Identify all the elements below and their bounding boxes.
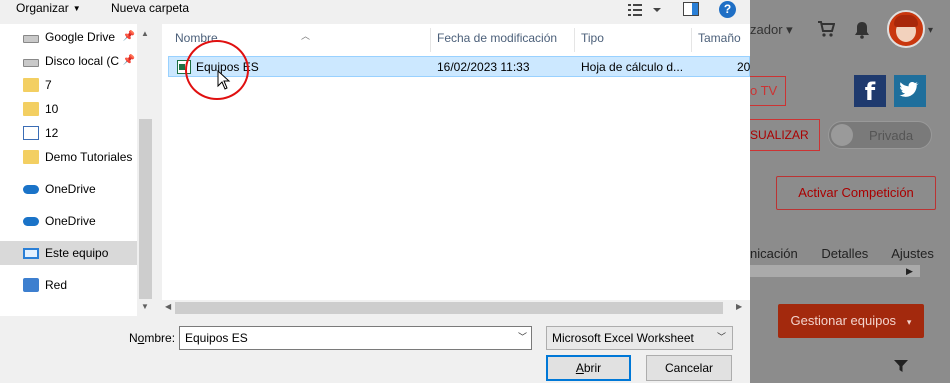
folder-icon (23, 78, 39, 92)
pin-icon: 📌 (122, 55, 135, 66)
cart-icon[interactable] (817, 20, 835, 38)
cloud-icon (23, 184, 39, 194)
cancel-button[interactable]: Cancelar (646, 355, 732, 381)
folder-icon (23, 150, 39, 164)
table-row[interactable]: Equipos ES 16/02/2023 11:33 Hoja de cálc… (168, 56, 750, 77)
file-list-hscrollbar[interactable]: ◀ ▶ (162, 300, 750, 316)
nav-item-network[interactable]: Red (0, 273, 137, 297)
manage-teams-label: Gestionar equipos (790, 313, 897, 328)
nav-item-onedrive[interactable]: OneDrive (0, 177, 137, 201)
file-type: Hoja de cálculo d... (581, 60, 684, 74)
new-folder-button[interactable]: Nueva carpeta (111, 1, 189, 15)
scrollbar-thumb[interactable] (175, 302, 723, 314)
drive-icon (23, 35, 39, 43)
nav-item-label: 10 (45, 102, 59, 116)
activate-competition-button[interactable]: Activar Competición (776, 176, 936, 210)
filetype-value: Microsoft Excel Worksheet (552, 331, 694, 345)
scroll-left-icon[interactable]: ◀ (165, 302, 171, 311)
nav-item-google-drive[interactable]: Google Drive 📌 (0, 25, 137, 49)
column-header-size[interactable]: Tamaño (692, 28, 750, 52)
manage-teams-button[interactable]: Gestionar equipos ▾ (778, 304, 924, 338)
filter-icon[interactable] (893, 358, 909, 374)
open-label-access-key: A (575, 361, 584, 375)
pin-icon: 📌 (122, 31, 135, 42)
view-options-icon[interactable] (627, 2, 665, 18)
nav-item-label: OneDrive (45, 214, 96, 228)
filename-input[interactable]: Equipos ES ﹀ (179, 326, 532, 350)
tab-settings[interactable]: Ajustes (891, 246, 934, 261)
open-label: brir (583, 361, 602, 375)
toolbar: Organizar ▼ Nueva carpeta ? (0, 0, 750, 24)
nav-item-folder-7[interactable]: 7 (0, 73, 137, 97)
nav-item-label: Disco local (C (45, 54, 120, 68)
bell-icon[interactable] (854, 21, 870, 39)
mouse-cursor-icon (217, 70, 231, 90)
scroll-up-icon[interactable]: ▲ (141, 29, 149, 38)
organize-button[interactable]: Organizar ▼ (16, 1, 81, 15)
tab-bar: nicación Detalles Ajustes (750, 246, 950, 261)
computer-icon (23, 247, 39, 259)
nav-item-label: Google Drive (45, 30, 116, 44)
navigation-pane: Google Drive 📌 Disco local (C 📌 7 10 12 De… (0, 24, 154, 316)
file-modified: 16/02/2023 11:33 (437, 60, 530, 74)
manage-teams-caret: ▾ (906, 317, 912, 327)
twitter-icon[interactable] (894, 75, 926, 107)
visualize-button[interactable]: SUALIZAR (740, 119, 820, 151)
filename-label-suffix: mbre: (144, 331, 176, 345)
file-list: Nombre ︿ Fecha de modificación Tipo Tamañ… (162, 24, 750, 300)
private-toggle[interactable]: Privada (828, 121, 932, 149)
user-menu[interactable]: zador ▾ (750, 22, 793, 38)
filename-label: Nombre: (129, 331, 175, 345)
tab-details[interactable]: Detalles (821, 246, 868, 261)
chevron-down-icon[interactable]: ▾ (928, 25, 933, 36)
nav-item-label: Red (45, 278, 68, 292)
navigation-scrollbar[interactable]: ▲ ▼ (137, 24, 154, 316)
sort-ascending-icon: ︿ (301, 31, 311, 41)
cloud-icon (23, 216, 39, 226)
drive-icon (23, 59, 39, 67)
nav-item-label: OneDrive (45, 182, 96, 196)
chevron-down-icon: ﹀ (716, 332, 726, 342)
tab-communication[interactable]: nicación (750, 246, 798, 261)
help-button[interactable]: ? (719, 1, 736, 18)
column-header-modified[interactable]: Fecha de modificación (431, 28, 575, 52)
nav-item-this-pc[interactable]: Este equipo (0, 241, 137, 265)
chevron-down-icon: ▼ (72, 4, 81, 13)
nav-item-label: 7 (45, 78, 52, 92)
scrollbar-thumb[interactable] (139, 119, 152, 299)
background-web-app: zador ▾ ▾ o TV f SUALIZAR Privada Activa… (740, 0, 950, 383)
preview-pane-icon[interactable] (683, 2, 699, 16)
file-size: 20 (737, 60, 751, 74)
private-toggle-label: Privada (869, 128, 914, 143)
document-icon (23, 126, 39, 140)
nav-item-label: Demo Tutoriales (45, 150, 133, 164)
nav-item-local-disk[interactable]: Disco local (C 📌 (0, 49, 137, 73)
nav-item-onedrive-2[interactable]: OneDrive (0, 209, 137, 233)
chevron-down-icon[interactable]: ﹀ (518, 330, 527, 343)
scroll-right-icon[interactable]: ▶ (906, 266, 913, 277)
nav-item-12[interactable]: 12 (0, 121, 137, 145)
column-header-type[interactable]: Tipo (575, 28, 692, 52)
user-menu-label: zador (750, 22, 783, 37)
folder-icon (23, 102, 39, 116)
organize-label: Organizar (16, 1, 69, 15)
file-open-dialog: Organizar ▼ Nueva carpeta ? Google Drive 📌… (0, 0, 750, 383)
scroll-right-icon[interactable]: ▶ (736, 302, 742, 311)
scroll-down-icon[interactable]: ▼ (141, 302, 149, 311)
avatar[interactable] (887, 10, 925, 48)
filename-label-prefix: N (129, 331, 138, 345)
facebook-icon[interactable]: f (854, 75, 886, 107)
filename-value: Equipos ES (185, 331, 248, 345)
tab-scrollbar[interactable] (750, 265, 920, 277)
nav-item-label: 12 (45, 126, 59, 140)
open-button[interactable]: Abrir (546, 355, 631, 381)
network-icon (23, 278, 39, 292)
nav-item-demo-tutoriales[interactable]: Demo Tutoriales (0, 145, 137, 169)
nav-item-label: Este equipo (45, 246, 109, 260)
nav-item-folder-10[interactable]: 10 (0, 97, 137, 121)
filetype-select[interactable]: Microsoft Excel Worksheet ﹀ (546, 326, 733, 350)
